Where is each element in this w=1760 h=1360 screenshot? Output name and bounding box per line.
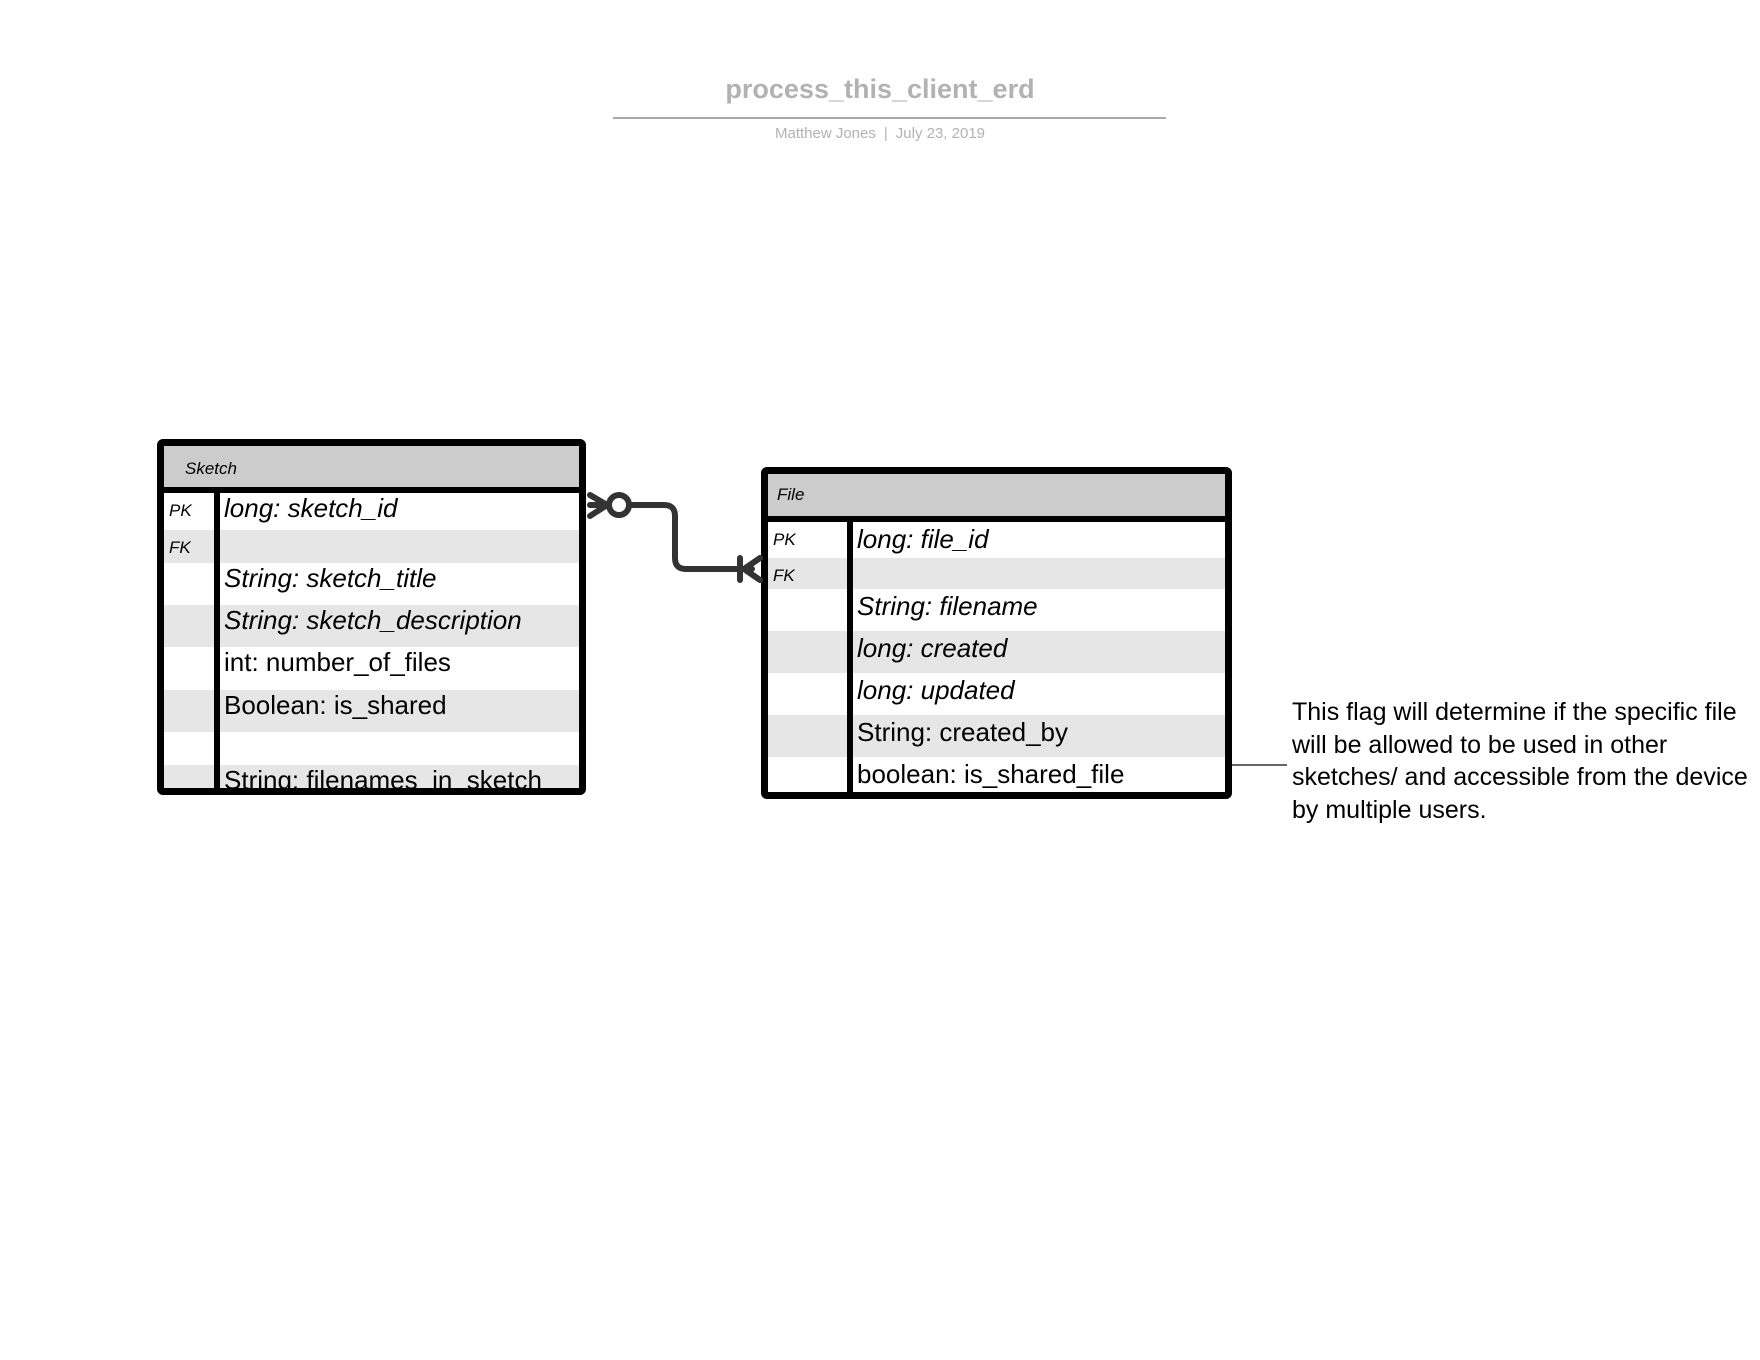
optional-zero-marker: [606, 492, 632, 518]
annotation-note: This flag will determine if the specific…: [1292, 698, 1748, 824]
connectors-layer: [587, 492, 1287, 766]
relationship-line[interactable]: [587, 492, 763, 583]
